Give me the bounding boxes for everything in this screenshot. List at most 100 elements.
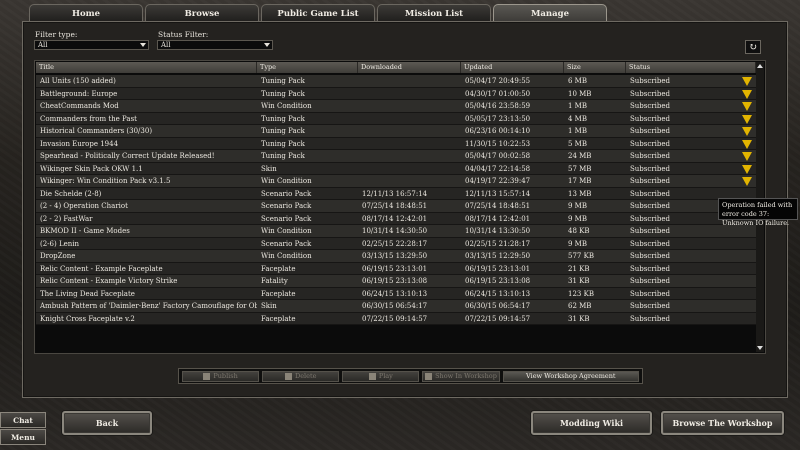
warning-icon[interactable]	[742, 89, 752, 99]
table-row[interactable]: Spearhead - Politically Correct Update R…	[36, 150, 756, 163]
table-row[interactable]: Wikinger Skin Pack OKW 1.1 Skin 04/04/17 2…	[36, 162, 756, 175]
cell-type: Fatality	[257, 275, 358, 287]
cell-status-text: Subscribed	[630, 264, 670, 273]
warning-icon[interactable]	[742, 139, 752, 149]
tab-manage[interactable]: Manage	[493, 4, 607, 22]
table-row[interactable]: Ambush Pattern of 'Daimler-Benz' Factory…	[36, 300, 756, 313]
cell-type: Scenario Pack	[257, 213, 358, 225]
scroll-up-icon[interactable]	[757, 64, 763, 68]
warning-icon[interactable]	[742, 114, 752, 124]
cell-downloaded: 02/25/15 22:28:17	[358, 238, 461, 250]
cell-type: Faceplate	[257, 313, 358, 325]
cell-title-text: Die Schelde (2-8)	[40, 189, 102, 198]
cell-updated-text: 06/23/16 00:14:10	[465, 127, 531, 135]
back-button[interactable]: Back	[62, 411, 152, 435]
browse-workshop-button[interactable]: Browse The Workshop	[661, 411, 784, 435]
filter-type-select[interactable]: All	[34, 40, 149, 50]
table-row[interactable]: (2-6) Lenin Scenario Pack 02/25/15 22:28:1…	[36, 237, 756, 250]
table-row[interactable]: All Units (150 added) Tuning Pack 05/04/17…	[36, 75, 756, 88]
cell-updated-text: 10/31/14 13:30:50	[465, 227, 531, 235]
cell-title-text: Historical Commanders (30/30)	[40, 127, 153, 135]
filter-type-label: Filter type:	[35, 30, 78, 39]
table-row[interactable]: BKMOD II - Game Modes Win Condition 10/31/…	[36, 225, 756, 238]
cell-updated: 06/23/16 00:14:10	[461, 125, 564, 137]
table-row[interactable]: Invasion Europe 1944 Tuning Pack 11/30/15 …	[36, 137, 756, 150]
modding-wiki-button[interactable]: Modding Wiki	[531, 411, 652, 435]
publish-button[interactable]: Publish	[182, 370, 260, 382]
cell-title: (2 - 2) FastWar	[36, 213, 257, 225]
cell-title-text: CheatCommands Mod	[40, 102, 119, 110]
table-row[interactable]: Relic Content - Example Faceplate Facepla…	[36, 262, 756, 275]
table-row[interactable]: Wikinger: Win Condition Pack v3.1.5 Win C…	[36, 175, 756, 188]
warning-icon[interactable]	[742, 127, 752, 136]
table-row[interactable]: Relic Content - Example Victory Strike Fa…	[36, 275, 756, 288]
table-row[interactable]: (2 - 2) FastWar Scenario Pack 08/17/14 12:…	[36, 212, 756, 225]
table-row[interactable]: Commanders from the Past Tuning Pack 05/05…	[36, 112, 756, 125]
table-row[interactable]: Die Schelde (2-8) Scenario Pack 12/11/13 1…	[36, 187, 756, 200]
column-header-updated[interactable]: Updated	[461, 62, 564, 73]
warning-icon[interactable]	[742, 77, 752, 86]
cell-updated-text: 05/04/17 20:49:55	[465, 77, 531, 85]
delete-button[interactable]: Delete	[262, 370, 340, 382]
column-header-type[interactable]: Type	[257, 62, 358, 73]
status-filter-select[interactable]: All	[157, 40, 273, 50]
cell-size: 10 MB	[564, 88, 626, 100]
tab-browse[interactable]: Browse	[145, 4, 259, 22]
cell-downloaded: 07/22/15 09:14:57	[358, 313, 461, 325]
cell-downloaded-text: 07/22/15 09:14:57	[362, 314, 428, 323]
chat-button[interactable]: Chat	[0, 412, 46, 428]
warning-icon[interactable]	[742, 152, 752, 161]
column-header-downloaded[interactable]: Downloaded	[358, 62, 461, 73]
tab-mission-list[interactable]: Mission List	[377, 4, 491, 22]
column-header-title[interactable]: Title	[36, 62, 257, 73]
cell-updated: 06/19/15 23:13:01	[461, 263, 564, 275]
cell-size: 24 MB	[564, 150, 626, 162]
cell-size: 48 KB	[564, 225, 626, 237]
scroll-down-icon[interactable]	[757, 346, 763, 350]
cell-downloaded: 06/19/15 23:13:01	[358, 263, 461, 275]
table-row[interactable]: Battleground: Europe Tuning Pack 04/30/17 …	[36, 87, 756, 100]
warning-icon[interactable]	[742, 164, 752, 174]
cell-size: 21 KB	[564, 263, 626, 275]
table-row[interactable]: (2 - 4) Operation Chariot Scenario Pack 07…	[36, 200, 756, 213]
table-row[interactable]: Historical Commanders (30/30) Tuning Pack…	[36, 125, 756, 138]
table-row[interactable]: DropZone Win Condition 03/13/15 13:29:50 03…	[36, 250, 756, 263]
warning-icon[interactable]	[742, 102, 752, 111]
filter-type-value: All	[38, 41, 48, 49]
cell-size-text: 6 MB	[568, 77, 587, 85]
tab-home[interactable]: Home	[29, 4, 143, 22]
cell-status-text: Subscribed	[630, 114, 670, 123]
cell-type-text: Skin	[261, 164, 277, 173]
cell-updated: 06/19/15 23:13:08	[461, 275, 564, 287]
cell-updated-text: 04/30/17 01:00:50	[465, 89, 531, 98]
cell-status: Subscribed	[626, 100, 756, 112]
cell-type: Win Condition	[257, 100, 358, 112]
column-header-status[interactable]: Status	[626, 62, 756, 73]
show-in-workshop-button[interactable]: Show In Workshop	[422, 370, 500, 382]
cell-updated-text: 06/19/15 23:13:01	[465, 264, 531, 273]
cell-status: Subscribed	[626, 300, 756, 312]
cell-size-text: 123 KB	[568, 289, 594, 298]
cell-size: 6 MB	[564, 75, 626, 87]
view-workshop-agreement-button[interactable]: View Workshop Agreement	[502, 370, 640, 382]
cell-downloaded: 12/11/13 16:57:14	[358, 188, 461, 200]
warning-icon[interactable]	[742, 177, 752, 186]
table-row[interactable]: The Living Dead Faceplate Faceplate 06/24/…	[36, 287, 756, 300]
cell-updated: 02/25/15 21:28:17	[461, 238, 564, 250]
cell-downloaded	[358, 125, 461, 137]
cell-title: (2-6) Lenin	[36, 238, 257, 250]
cell-status-text: Subscribed	[630, 127, 670, 135]
table-row[interactable]: Knight Cross Faceplate v.2 Faceplate 07/22…	[36, 312, 756, 325]
cell-downloaded	[358, 138, 461, 150]
play-button[interactable]: Play	[342, 370, 420, 382]
tab-public-game-list[interactable]: Public Game List	[261, 4, 375, 22]
cell-title: Ambush Pattern of 'Daimler-Benz' Factory…	[36, 300, 257, 312]
cell-title: CheatCommands Mod	[36, 100, 257, 112]
table-row[interactable]: CheatCommands Mod Win Condition 05/04/16 2…	[36, 100, 756, 113]
refresh-button[interactable]: ↻	[745, 40, 761, 54]
cell-status-text: Subscribed	[630, 77, 670, 85]
menu-button[interactable]: Menu	[0, 429, 46, 445]
workshop-items-table: Title Type Downloaded Updated Size Statu…	[34, 60, 766, 354]
column-header-size[interactable]: Size	[564, 62, 626, 73]
cell-updated-text: 05/04/17 00:02:58	[465, 152, 531, 160]
